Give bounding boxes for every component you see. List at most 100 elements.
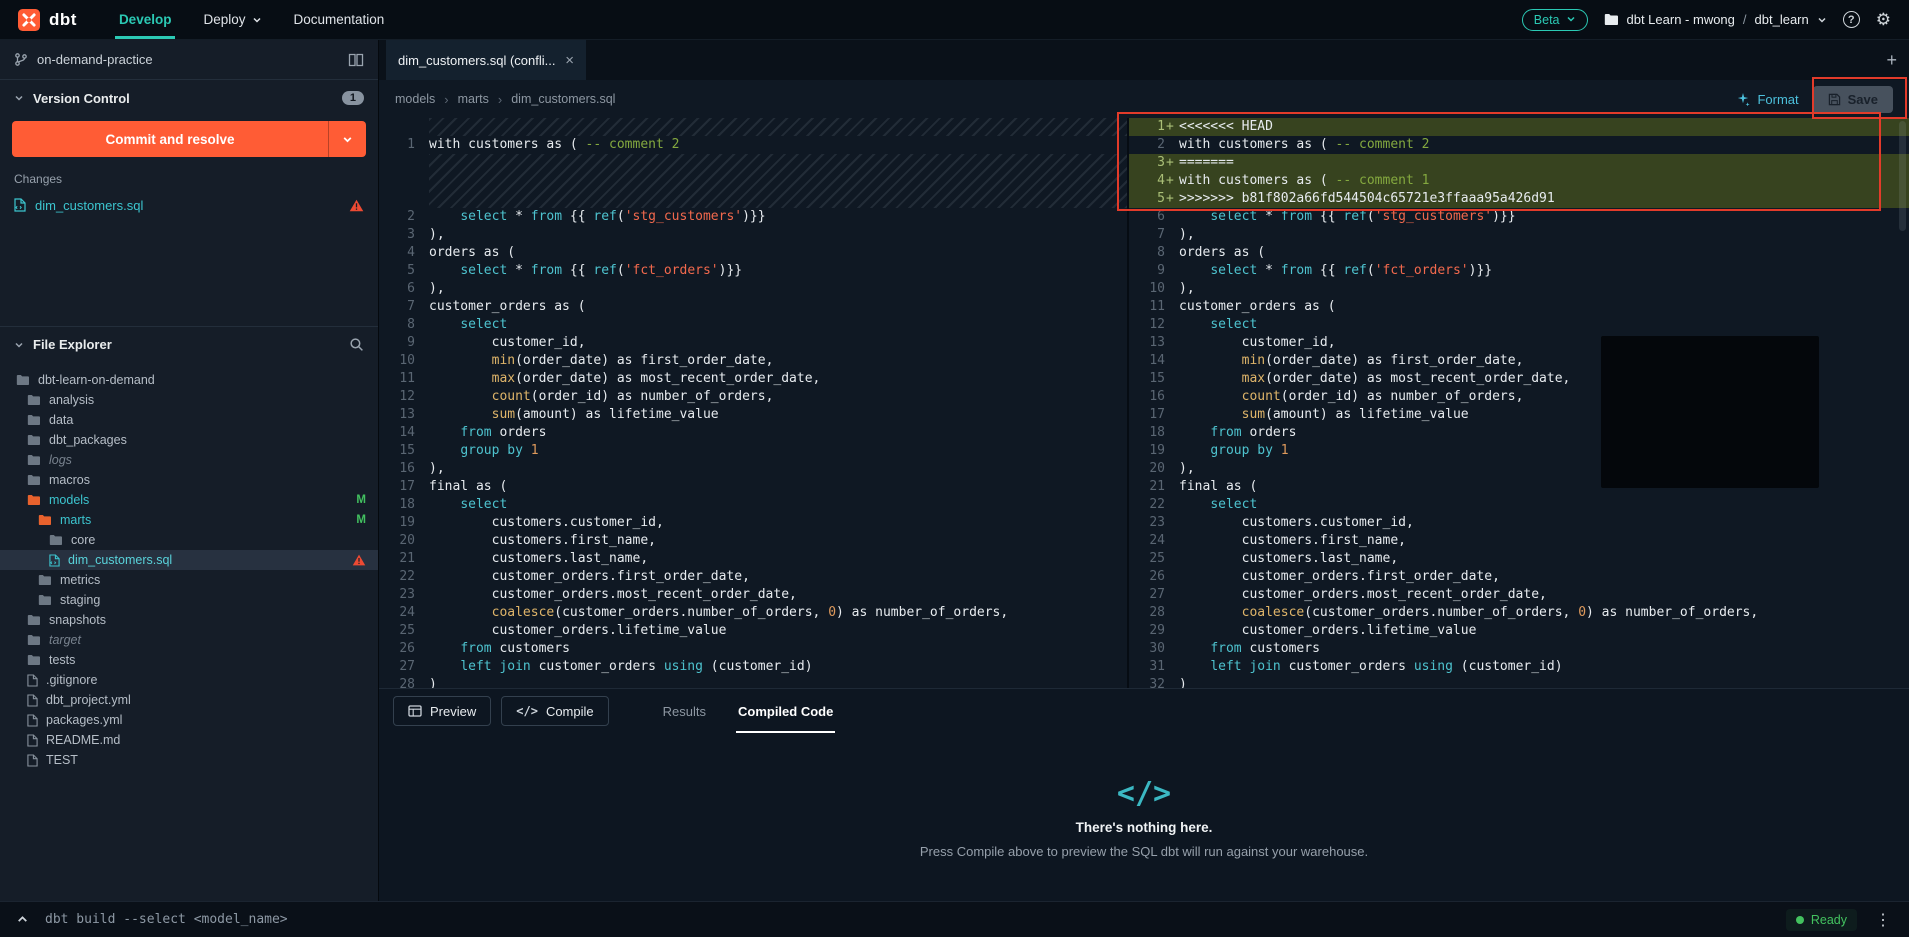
- diff-marker: +: [1165, 190, 1179, 208]
- commit-options-chevron[interactable]: [328, 121, 366, 157]
- format-button[interactable]: Format: [1736, 92, 1798, 107]
- close-icon[interactable]: ×: [565, 52, 574, 69]
- code-text: customer_orders.lifetime_value: [1179, 622, 1909, 640]
- tree-item-models[interactable]: modelsM: [0, 490, 378, 510]
- settings-button[interactable]: ⚙: [1876, 11, 1891, 28]
- line-number: 21: [1129, 478, 1165, 496]
- tree-item-data[interactable]: data: [0, 410, 378, 430]
- docs-icon[interactable]: [348, 53, 364, 67]
- tab-dim-customers-sql[interactable]: dim_customers.sql (confli... ×: [386, 40, 586, 80]
- editor-pane-conflict[interactable]: 1+<<<<<<< HEAD2with customers as ( -- co…: [1129, 118, 1909, 688]
- panel-toolbar: Preview </> Compile Results Compiled Code: [379, 689, 1909, 733]
- beta-dropdown[interactable]: Beta: [1522, 9, 1588, 31]
- folder-icon: [27, 454, 41, 466]
- code-text: select: [1179, 316, 1909, 334]
- diff-marker: [1165, 532, 1179, 550]
- code-text: from customers: [429, 640, 1127, 658]
- kebab-menu-icon[interactable]: ⋮: [1869, 910, 1897, 930]
- diff-marker: [1165, 208, 1179, 226]
- expand-panel-chevron-icon[interactable]: [12, 913, 33, 926]
- navbar-menu: DevelopDeployDocumentation: [103, 0, 400, 39]
- tree-item-core[interactable]: core: [0, 530, 378, 550]
- help-button[interactable]: ?: [1843, 11, 1860, 28]
- tab-results[interactable]: Results: [647, 689, 722, 733]
- tree-item-dbt-project-yml[interactable]: dbt_project.yml: [0, 690, 378, 710]
- code-line: 20 customers.first_name,: [379, 532, 1127, 550]
- diff-marker: [415, 550, 429, 568]
- line-number: 14: [1129, 352, 1165, 370]
- folder-icon: [38, 594, 52, 606]
- folder-icon: [27, 654, 41, 666]
- diff-marker: [415, 370, 429, 388]
- tree-item-metrics[interactable]: metrics: [0, 570, 378, 590]
- command-input[interactable]: [45, 912, 1774, 927]
- nav-item-documentation[interactable]: Documentation: [278, 0, 401, 39]
- tree-item-analysis[interactable]: analysis: [0, 390, 378, 410]
- commit-and-resolve-button[interactable]: Commit and resolve: [12, 121, 366, 157]
- warning-icon: [352, 554, 366, 566]
- modified-badge: M: [356, 494, 366, 506]
- new-tab-icon[interactable]: +: [1886, 40, 1897, 80]
- code-text: final as (: [429, 478, 1127, 496]
- dbt-cloud-ide: dbt DevelopDeployDocumentation Beta dbt …: [0, 0, 1909, 937]
- line-number: 7: [1129, 226, 1165, 244]
- code-line: 12 select: [1129, 316, 1909, 334]
- dark-overlay: [1601, 336, 1819, 488]
- tree-item-macros[interactable]: macros: [0, 470, 378, 490]
- tree-item-dim-customers-sql[interactable]: dim_customers.sql: [0, 550, 378, 570]
- branch-selector[interactable]: on-demand-practice: [0, 40, 378, 80]
- tree-item-test[interactable]: TEST: [0, 750, 378, 770]
- diff-marker: [415, 118, 429, 136]
- editor-tabbar: dim_customers.sql (confli... × +: [379, 40, 1909, 80]
- status-dot-icon: [1796, 916, 1804, 924]
- diff-marker: [415, 136, 429, 154]
- tree-item-marts[interactable]: martsM: [0, 510, 378, 530]
- changed-file-row[interactable]: dim_customers.sql: [0, 192, 378, 218]
- diff-marker: [1165, 406, 1179, 424]
- breadcrumb-separator: ›: [498, 92, 502, 107]
- editor-pane-local[interactable]: 1with customers as ( -- comment 22 selec…: [379, 118, 1129, 688]
- empty-state: </> There's nothing here. Press Compile …: [379, 733, 1909, 901]
- tree-item-target[interactable]: target: [0, 630, 378, 650]
- project-picker[interactable]: dbt Learn - mwong / dbt_learn: [1604, 12, 1827, 27]
- tree-item-snapshots[interactable]: snapshots: [0, 610, 378, 630]
- version-control-header[interactable]: Version Control 1: [0, 80, 378, 116]
- diff-filler-hatch: [429, 118, 1127, 136]
- line-number: 6: [1129, 208, 1165, 226]
- chevron-down-icon: [1817, 15, 1827, 25]
- diff-marker: [1165, 676, 1179, 688]
- nav-item-deploy[interactable]: Deploy: [187, 0, 277, 39]
- panel-tab-label: Compiled Code: [738, 704, 833, 719]
- nav-item-develop[interactable]: Develop: [103, 0, 188, 39]
- tree-item-readme-md[interactable]: README.md: [0, 730, 378, 750]
- code-icon: </>: [1117, 776, 1171, 811]
- code-text: customer_id,: [429, 334, 1127, 352]
- line-number: 17: [1129, 406, 1165, 424]
- code-line: 11 max(order_date) as most_recent_order_…: [379, 370, 1127, 388]
- diff-marker: [415, 586, 429, 604]
- scrollbar-thumb[interactable]: [1899, 121, 1906, 231]
- dbt-logo[interactable]: dbt: [18, 9, 77, 31]
- breadcrumb-separator: ›: [444, 92, 448, 107]
- tree-item-logs[interactable]: logs: [0, 450, 378, 470]
- folder-icon: [1604, 13, 1619, 26]
- tree-item-staging[interactable]: staging: [0, 590, 378, 610]
- changes-count-badge: 1: [342, 91, 364, 105]
- tree-item-dbt-packages[interactable]: dbt_packages: [0, 430, 378, 450]
- tree-item-packages-yml[interactable]: packages.yml: [0, 710, 378, 730]
- sparkle-icon: [1736, 92, 1750, 106]
- preview-button[interactable]: Preview: [393, 696, 491, 726]
- tree-item-tests[interactable]: tests: [0, 650, 378, 670]
- compile-button[interactable]: </> Compile: [501, 696, 608, 726]
- tab-compiled-code[interactable]: Compiled Code: [722, 689, 849, 733]
- tree-item-label: README.md: [46, 733, 120, 747]
- tree-item-gitignore[interactable]: .gitignore: [0, 670, 378, 690]
- search-icon[interactable]: [349, 337, 364, 352]
- tree-item-dbt-learn-on-demand[interactable]: dbt-learn-on-demand: [0, 370, 378, 390]
- save-button[interactable]: Save: [1813, 86, 1893, 113]
- diff-filler-hatch: [429, 154, 1127, 208]
- code-text: customer_orders.most_recent_order_date,: [1179, 586, 1909, 604]
- diff-marker: [415, 676, 429, 688]
- code-line: 7customer_orders as (: [379, 298, 1127, 316]
- file-explorer-header[interactable]: File Explorer: [0, 326, 378, 362]
